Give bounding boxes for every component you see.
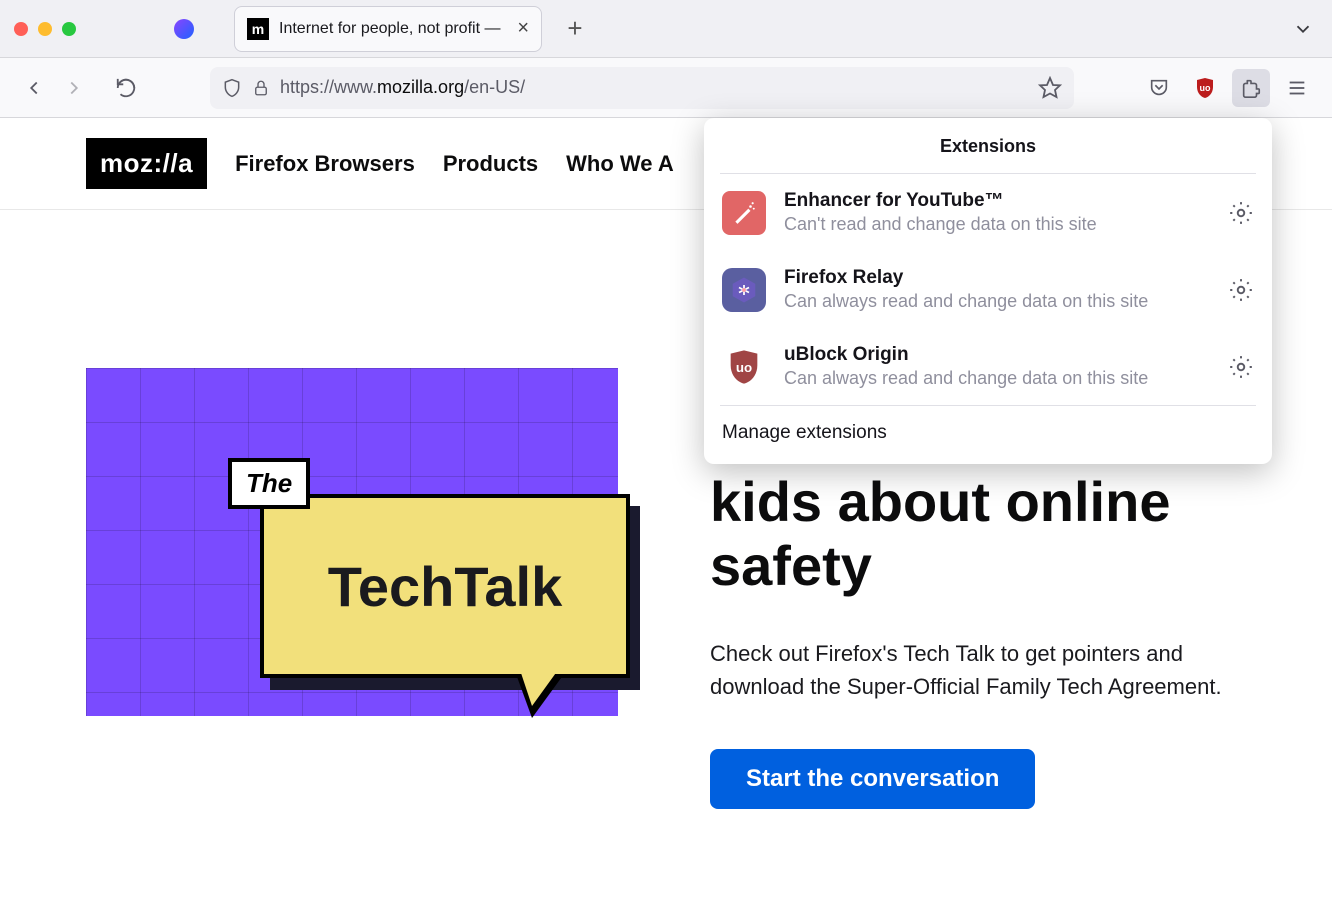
lock-icon[interactable]	[252, 78, 270, 98]
browser-tab[interactable]: m Internet for people, not profit — ×	[234, 6, 542, 52]
window-controls	[14, 22, 76, 36]
app-menu-button[interactable]	[1278, 69, 1316, 107]
nav-products[interactable]: Products	[443, 151, 538, 177]
extension-name: Enhancer for YouTube™	[784, 190, 1210, 212]
tab-title: Internet for people, not profit —	[279, 20, 507, 38]
extension-status: Can always read and change data on this …	[784, 291, 1210, 312]
firefox-relay-icon	[722, 268, 766, 312]
tab-close-button[interactable]: ×	[517, 17, 529, 40]
extension-name: Firefox Relay	[784, 267, 1210, 289]
nav-firefox-browsers[interactable]: Firefox Browsers	[235, 151, 415, 177]
extensions-popup: Extensions Enhancer for YouTube™ Can't r…	[704, 118, 1272, 464]
gear-icon[interactable]	[1228, 354, 1254, 380]
site-security-icons	[222, 77, 270, 99]
pocket-button[interactable]	[1140, 69, 1178, 107]
back-button[interactable]	[16, 70, 52, 106]
gear-icon[interactable]	[1228, 277, 1254, 303]
gear-icon[interactable]	[1228, 200, 1254, 226]
extension-name: uBlock Origin	[784, 344, 1210, 366]
mozilla-logo[interactable]: moz://a	[86, 138, 207, 189]
new-tab-button[interactable]: +	[562, 16, 588, 42]
svg-text:uo: uo	[736, 360, 752, 375]
forward-button[interactable]	[56, 70, 92, 106]
window-minimize-button[interactable]	[38, 22, 52, 36]
tabs-dropdown-button[interactable]	[1292, 18, 1314, 40]
ublock-toolbar-button[interactable]: uo	[1186, 69, 1224, 107]
window-close-button[interactable]	[14, 22, 28, 36]
extension-status: Can always read and change data on this …	[784, 368, 1210, 389]
address-bar[interactable]: https://www.mozilla.org/en-US/	[210, 67, 1074, 109]
hero-graphic: TechTalk The	[86, 368, 618, 716]
extensions-popup-title: Extensions	[704, 118, 1272, 173]
manage-extensions-link[interactable]: Manage extensions	[704, 406, 1272, 464]
browser-toolbar: https://www.mozilla.org/en-US/ uo	[0, 58, 1332, 118]
extensions-button[interactable]	[1232, 69, 1270, 107]
tracking-protection-icon[interactable]	[222, 77, 242, 99]
tab-favicon: m	[247, 18, 269, 40]
svg-text:uo: uo	[1200, 83, 1211, 93]
enhancer-youtube-icon	[722, 191, 766, 235]
url-text: https://www.mozilla.org/en-US/	[280, 77, 1028, 98]
hero-body: Check out Firefox's Tech Talk to get poi…	[710, 637, 1240, 703]
hero-heading: kids about online safety	[710, 470, 1272, 599]
extension-item[interactable]: uo uBlock Origin Can always read and cha…	[704, 328, 1272, 405]
firefox-home-indicator[interactable]	[174, 19, 194, 39]
cta-button[interactable]: Start the conversation	[710, 749, 1035, 809]
ublock-origin-icon: uo	[722, 345, 766, 389]
page-content: moz://a Firefox Browsers Products Who We…	[0, 118, 1332, 900]
reload-button[interactable]	[108, 70, 144, 106]
hero-bubble-text: TechTalk	[328, 554, 562, 619]
extension-item[interactable]: Enhancer for YouTube™ Can't read and cha…	[704, 174, 1272, 251]
window-tab-strip: m Internet for people, not profit — × +	[0, 0, 1332, 58]
extension-item[interactable]: Firefox Relay Can always read and change…	[704, 251, 1272, 328]
extension-status: Can't read and change data on this site	[784, 214, 1210, 235]
hero-tag: The	[228, 458, 310, 509]
window-maximize-button[interactable]	[62, 22, 76, 36]
nav-who-we-are[interactable]: Who We A	[566, 151, 674, 177]
bookmark-star-icon[interactable]	[1038, 76, 1062, 100]
